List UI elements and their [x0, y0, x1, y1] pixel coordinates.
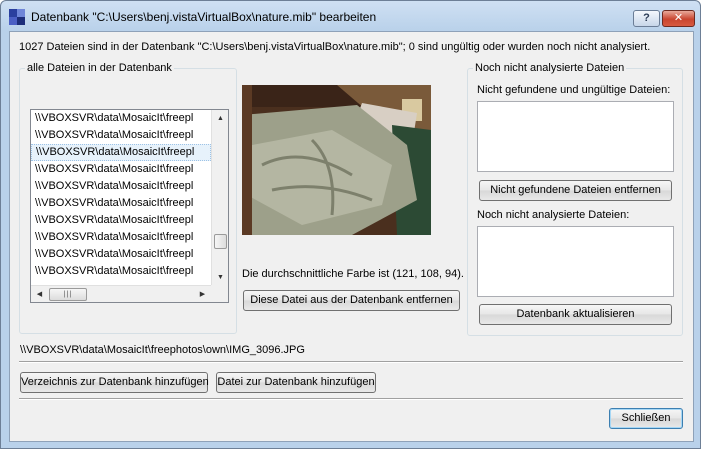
vertical-scroll-thumb[interactable] [214, 234, 227, 249]
list-item[interactable]: \\VBOXSVR\data\MosaicIt\freepl [31, 144, 211, 161]
scroll-left-icon[interactable]: ◀ [31, 286, 48, 302]
scrollbar-corner [211, 285, 228, 302]
list-item[interactable]: \\VBOXSVR\data\MosaicIt\freepl [31, 212, 211, 229]
dialog-window: Datenbank "C:\Users\benj.vistaVirtualBox… [0, 0, 701, 449]
list-item[interactable]: \\VBOXSVR\data\MosaicIt\freepl [31, 229, 211, 246]
bedroom-photo [242, 85, 431, 235]
list-item[interactable]: \\VBOXSVR\data\MosaicIt\freepl [31, 178, 211, 195]
close-window-button[interactable]: ✕ [662, 10, 695, 27]
scroll-right-icon[interactable]: ▶ [194, 286, 211, 302]
list-item[interactable]: \\VBOXSVR\data\MosaicIt\freepl [31, 110, 211, 127]
remove-not-found-button[interactable]: Nicht gefundene Dateien entfernen [479, 180, 672, 201]
help-button[interactable]: ? [633, 10, 660, 27]
title-bar[interactable]: Datenbank "C:\Users\benj.vistaVirtualBox… [1, 1, 700, 31]
dialog-client-area: 1027 Dateien sind in der Datenbank "C:\U… [9, 31, 694, 442]
list-items: \\VBOXSVR\data\MosaicIt\freepl \\VBOXSVR\… [31, 110, 211, 286]
list-item[interactable]: \\VBOXSVR\data\MosaicIt\freepl [31, 246, 211, 263]
not-found-label: Nicht gefundene und ungültige Dateien: [477, 84, 671, 96]
list-item[interactable]: \\VBOXSVR\data\MosaicIt\freepl [31, 195, 211, 212]
update-database-button[interactable]: Datenbank aktualisieren [479, 304, 672, 325]
window-title: Datenbank "C:\Users\benj.vistaVirtualBox… [31, 10, 377, 24]
all-files-group-label: alle Dateien in der Datenbank [25, 62, 174, 74]
not-analyzed-files-list[interactable] [477, 226, 674, 297]
separator [19, 361, 683, 363]
separator [19, 398, 683, 400]
pending-files-group-label: Noch nicht analysierte Dateien [473, 62, 627, 74]
all-files-group: alle Dateien in der Datenbank \\VBOXSVR\… [19, 62, 237, 334]
close-button[interactable]: Schließen [609, 408, 683, 429]
not-found-files-list[interactable] [477, 101, 674, 172]
scroll-down-icon[interactable]: ▼ [212, 269, 228, 286]
not-analyzed-label: Noch nicht analysierte Dateien: [477, 209, 630, 221]
image-preview [242, 85, 431, 235]
current-file-path: \\VBOXSVR\data\MosaicIt\freephotos\own\I… [20, 344, 305, 356]
database-summary: 1027 Dateien sind in der Datenbank "C:\U… [19, 41, 651, 53]
list-item[interactable]: \\VBOXSVR\data\MosaicIt\freepl [31, 127, 211, 144]
list-item[interactable]: \\VBOXSVR\data\MosaicIt\freepl [31, 161, 211, 178]
all-files-list[interactable]: \\VBOXSVR\data\MosaicIt\freepl \\VBOXSVR\… [30, 109, 229, 303]
vertical-scrollbar[interactable]: ▲ ▼ [211, 110, 228, 286]
add-file-button[interactable]: Datei zur Datenbank hinzufügen [216, 372, 376, 393]
database-app-icon [9, 9, 25, 25]
horizontal-scrollbar[interactable]: ◀ ||| ▶ [31, 285, 211, 302]
list-item[interactable]: \\VBOXSVR\data\MosaicIt\freepl [31, 263, 211, 280]
remove-file-button[interactable]: Diese Datei aus der Datenbank entfernen [243, 290, 460, 311]
average-color-text: Die durchschnittliche Farbe ist (121, 10… [242, 268, 464, 280]
scroll-up-icon[interactable]: ▲ [212, 110, 228, 127]
horizontal-scroll-thumb[interactable]: ||| [49, 288, 87, 301]
add-directory-button[interactable]: Verzeichnis zur Datenbank hinzufügen [20, 372, 209, 393]
